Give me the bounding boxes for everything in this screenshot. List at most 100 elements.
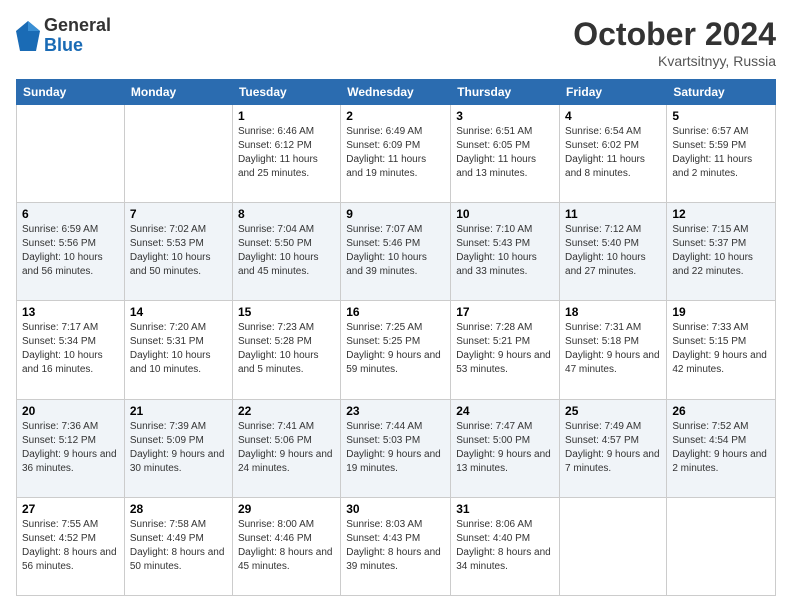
logo-general: General — [44, 16, 111, 36]
day-info: Sunrise: 6:49 AMSunset: 6:09 PMDaylight:… — [346, 125, 445, 181]
week-row-1: 1 Sunrise: 6:46 AMSunset: 6:12 PMDaylight… — [17, 105, 776, 203]
day-number: 9 — [346, 207, 445, 221]
location: Kvartsitnyy, Russia — [573, 53, 776, 69]
day-cell: 20 Sunrise: 7:36 AMSunset: 5:12 PMDayligh… — [17, 399, 125, 497]
day-number: 28 — [130, 502, 227, 516]
day-number: 10 — [456, 207, 554, 221]
day-cell: 1 Sunrise: 6:46 AMSunset: 6:12 PMDaylight… — [232, 105, 340, 203]
day-info: Sunrise: 7:17 AMSunset: 5:34 PMDaylight:… — [22, 321, 119, 377]
day-cell: 5 Sunrise: 6:57 AMSunset: 5:59 PMDaylight… — [667, 105, 776, 203]
day-cell: 21 Sunrise: 7:39 AMSunset: 5:09 PMDayligh… — [124, 399, 232, 497]
day-cell — [560, 497, 667, 595]
day-info: Sunrise: 7:49 AMSunset: 4:57 PMDaylight:… — [565, 420, 661, 476]
day-number: 4 — [565, 109, 661, 123]
day-info: Sunrise: 6:57 AMSunset: 5:59 PMDaylight:… — [672, 125, 770, 181]
day-cell: 12 Sunrise: 7:15 AMSunset: 5:37 PMDayligh… — [667, 203, 776, 301]
day-cell: 28 Sunrise: 7:58 AMSunset: 4:49 PMDayligh… — [124, 497, 232, 595]
day-cell: 7Sunrise: 7:02 AMSunset: 5:53 PMDaylight… — [124, 203, 232, 301]
week-row-5: 27Sunrise: 7:55 AMSunset: 4:52 PMDayligh… — [17, 497, 776, 595]
day-number: 18 — [565, 305, 661, 319]
day-info: Sunrise: 6:51 AMSunset: 6:05 PMDaylight:… — [456, 125, 554, 181]
day-cell: 11 Sunrise: 7:12 AMSunset: 5:40 PMDayligh… — [560, 203, 667, 301]
day-info: Sunrise: 8:00 AMSunset: 4:46 PMDaylight:… — [238, 518, 335, 574]
day-number: 19 — [672, 305, 770, 319]
day-number: 25 — [565, 404, 661, 418]
day-info: Sunrise: 8:03 AMSunset: 4:43 PMDaylight:… — [346, 518, 445, 574]
day-info: Sunrise: 7:07 AMSunset: 5:46 PMDaylight:… — [346, 223, 445, 279]
day-cell — [667, 497, 776, 595]
day-info: Sunrise: 7:58 AMSunset: 4:49 PMDaylight:… — [130, 518, 227, 574]
day-info: Sunrise: 7:31 AMSunset: 5:18 PMDaylight:… — [565, 321, 661, 377]
day-info: Sunrise: 7:44 AMSunset: 5:03 PMDaylight:… — [346, 420, 445, 476]
day-cell: 19 Sunrise: 7:33 AMSunset: 5:15 PMDayligh… — [667, 301, 776, 399]
day-cell: 27Sunrise: 7:55 AMSunset: 4:52 PMDayligh… — [17, 497, 125, 595]
day-number: 15 — [238, 305, 335, 319]
header: General Blue October 2024 Kvartsitnyy, R… — [16, 16, 776, 69]
day-info: Sunrise: 7:39 AMSunset: 5:09 PMDaylight:… — [130, 420, 227, 476]
day-info: Sunrise: 7:20 AMSunset: 5:31 PMDaylight:… — [130, 321, 227, 377]
day-info: Sunrise: 6:46 AMSunset: 6:12 PMDaylight:… — [238, 125, 335, 181]
day-number: 8 — [238, 207, 335, 221]
day-info: Sunrise: 7:10 AMSunset: 5:43 PMDaylight:… — [456, 223, 554, 279]
day-cell: 31Sunrise: 8:06 AMSunset: 4:40 PMDayligh… — [451, 497, 560, 595]
day-number: 12 — [672, 207, 770, 221]
day-number: 26 — [672, 404, 770, 418]
page: General Blue October 2024 Kvartsitnyy, R… — [0, 0, 792, 612]
logo: General Blue — [16, 16, 111, 56]
col-wednesday: Wednesday — [341, 80, 451, 105]
day-info: Sunrise: 7:25 AMSunset: 5:25 PMDaylight:… — [346, 321, 445, 377]
day-info: Sunrise: 7:52 AMSunset: 4:54 PMDaylight:… — [672, 420, 770, 476]
logo-blue: Blue — [44, 36, 111, 56]
day-cell — [124, 105, 232, 203]
day-number: 17 — [456, 305, 554, 319]
day-info: Sunrise: 7:33 AMSunset: 5:15 PMDaylight:… — [672, 321, 770, 377]
day-cell: 2 Sunrise: 6:49 AMSunset: 6:09 PMDaylight… — [341, 105, 451, 203]
logo-text: General Blue — [44, 16, 111, 56]
header-row: Sunday Monday Tuesday Wednesday Thursday… — [17, 80, 776, 105]
day-cell — [17, 105, 125, 203]
day-cell: 29Sunrise: 8:00 AMSunset: 4:46 PMDayligh… — [232, 497, 340, 595]
day-cell: 8Sunrise: 7:04 AMSunset: 5:50 PMDaylight… — [232, 203, 340, 301]
day-number: 14 — [130, 305, 227, 319]
day-number: 5 — [672, 109, 770, 123]
day-cell: 25 Sunrise: 7:49 AMSunset: 4:57 PMDayligh… — [560, 399, 667, 497]
day-cell: 24 Sunrise: 7:47 AMSunset: 5:00 PMDayligh… — [451, 399, 560, 497]
day-cell: 10 Sunrise: 7:10 AMSunset: 5:43 PMDayligh… — [451, 203, 560, 301]
day-number: 24 — [456, 404, 554, 418]
day-number: 30 — [346, 502, 445, 516]
day-cell: 4 Sunrise: 6:54 AMSunset: 6:02 PMDaylight… — [560, 105, 667, 203]
day-cell: 30 Sunrise: 8:03 AMSunset: 4:43 PMDayligh… — [341, 497, 451, 595]
day-number: 2 — [346, 109, 445, 123]
month-title: October 2024 — [573, 16, 776, 53]
day-info: Sunrise: 7:36 AMSunset: 5:12 PMDaylight:… — [22, 420, 119, 476]
day-cell: 3 Sunrise: 6:51 AMSunset: 6:05 PMDaylight… — [451, 105, 560, 203]
day-number: 20 — [22, 404, 119, 418]
day-number: 21 — [130, 404, 227, 418]
col-saturday: Saturday — [667, 80, 776, 105]
day-cell: 18 Sunrise: 7:31 AMSunset: 5:18 PMDayligh… — [560, 301, 667, 399]
day-number: 31 — [456, 502, 554, 516]
day-number: 1 — [238, 109, 335, 123]
day-number: 22 — [238, 404, 335, 418]
day-cell: 26 Sunrise: 7:52 AMSunset: 4:54 PMDayligh… — [667, 399, 776, 497]
col-thursday: Thursday — [451, 80, 560, 105]
day-info: Sunrise: 7:47 AMSunset: 5:00 PMDaylight:… — [456, 420, 554, 476]
title-block: October 2024 Kvartsitnyy, Russia — [573, 16, 776, 69]
day-number: 3 — [456, 109, 554, 123]
day-number: 11 — [565, 207, 661, 221]
day-cell: 13 Sunrise: 7:17 AMSunset: 5:34 PMDayligh… — [17, 301, 125, 399]
day-number: 27 — [22, 502, 119, 516]
day-info: Sunrise: 7:23 AMSunset: 5:28 PMDaylight:… — [238, 321, 335, 377]
day-number: 13 — [22, 305, 119, 319]
day-cell: 14 Sunrise: 7:20 AMSunset: 5:31 PMDayligh… — [124, 301, 232, 399]
day-info: Sunrise: 7:41 AMSunset: 5:06 PMDaylight:… — [238, 420, 335, 476]
day-info: Sunrise: 7:15 AMSunset: 5:37 PMDaylight:… — [672, 223, 770, 279]
day-info: Sunrise: 6:54 AMSunset: 6:02 PMDaylight:… — [565, 125, 661, 181]
day-number: 23 — [346, 404, 445, 418]
day-number: 6 — [22, 207, 119, 221]
day-cell: 16Sunrise: 7:25 AMSunset: 5:25 PMDayligh… — [341, 301, 451, 399]
day-info: Sunrise: 7:12 AMSunset: 5:40 PMDaylight:… — [565, 223, 661, 279]
col-sunday: Sunday — [17, 80, 125, 105]
day-cell: 23 Sunrise: 7:44 AMSunset: 5:03 PMDayligh… — [341, 399, 451, 497]
day-cell: 17Sunrise: 7:28 AMSunset: 5:21 PMDayligh… — [451, 301, 560, 399]
